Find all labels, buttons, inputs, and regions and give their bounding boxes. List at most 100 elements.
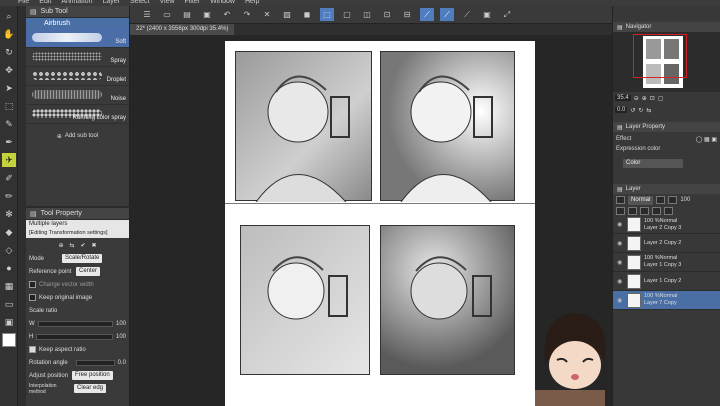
erase-icon[interactable]: ✕ (260, 8, 274, 21)
pen-tool-icon[interactable]: ✒ (2, 135, 16, 149)
fullscreen-icon[interactable]: ⤢ (500, 8, 514, 21)
zoom-in-icon[interactable]: ⊕ (642, 95, 647, 102)
fit-icon[interactable]: ⊡ (650, 95, 655, 102)
keep-original-checkbox[interactable] (29, 294, 36, 301)
deselect-icon[interactable]: ▢ (340, 8, 354, 21)
view-icon[interactable]: ▣ (480, 8, 494, 21)
clip-button[interactable] (668, 196, 678, 204)
open-icon[interactable]: ▤ (180, 8, 194, 21)
save-icon[interactable]: ▣ (200, 8, 214, 21)
snap-special-icon[interactable]: ⟋ (460, 8, 474, 21)
multiple-layers-tab[interactable]: Multiple layers (26, 220, 129, 229)
visibility-eye-icon[interactable]: ◉ (617, 221, 624, 228)
gradient-tool-icon[interactable]: ▦ (2, 279, 16, 293)
blend-mode-select[interactable]: Normal (628, 195, 654, 205)
transform-selection-icon[interactable]: ⬚ (320, 8, 334, 21)
navigator-preview[interactable] (613, 32, 720, 92)
actual-size-icon[interactable]: ▢ (658, 95, 664, 102)
scale-w-slider[interactable] (37, 320, 113, 327)
brush-soft[interactable]: Soft (26, 29, 129, 48)
eraser-tool-icon[interactable]: ◇ (2, 243, 16, 257)
invert-icon[interactable]: ◫ (360, 8, 374, 21)
ref-select[interactable]: Center (76, 267, 101, 276)
brush-spray[interactable]: Spray (26, 48, 129, 67)
add-subtool-button[interactable]: ⊕ Add sub tool (26, 124, 129, 148)
rotation-slider[interactable] (76, 359, 115, 366)
redo-icon[interactable]: ↷ (240, 8, 254, 21)
pencil-tool-icon[interactable]: ✏ (2, 189, 16, 203)
border-icon[interactable]: ⊟ (400, 8, 414, 21)
visibility-eye-icon[interactable]: ◉ (617, 240, 624, 247)
snap-ruler-icon[interactable]: ⟋ (420, 8, 434, 21)
eyedropper-tool-icon[interactable]: ✎ (2, 117, 16, 131)
h-value[interactable]: 100 (116, 334, 126, 340)
blend-tool-icon[interactable]: ● (2, 261, 16, 275)
rotate-tool-icon[interactable]: ↻ (2, 45, 16, 59)
hand-tool-icon[interactable]: ✋ (2, 27, 16, 41)
brush-noise[interactable]: Noise (26, 86, 129, 105)
mode-select[interactable]: Scale/Rotate (62, 254, 103, 263)
navigator-view-frame[interactable] (633, 34, 687, 78)
merge-icon[interactable] (652, 207, 661, 215)
flip-horizontal-icon[interactable]: ⇆ (646, 107, 651, 114)
brush-tool-icon[interactable]: ✐ (2, 171, 16, 185)
new-folder-icon[interactable] (628, 207, 637, 215)
w-value[interactable]: 100 (116, 321, 126, 327)
delete-layer-icon[interactable] (664, 207, 673, 215)
panel-1-drawing (255, 75, 350, 203)
clear-icon[interactable]: ▧ (280, 8, 294, 21)
move-tool-icon[interactable]: ✥ (2, 63, 16, 77)
visibility-eye-icon[interactable]: ◉ (617, 297, 624, 304)
select-tool-icon[interactable]: ⬚ (2, 99, 16, 113)
zoom-out-icon[interactable]: ⊖ (634, 95, 639, 102)
adjust-select[interactable]: Free position (72, 371, 113, 380)
layer-row[interactable]: ◉ 100 %Normal Layer 2 Copy 3 (613, 216, 720, 234)
keep-aspect-checkbox[interactable] (29, 346, 36, 353)
rotate-left-icon[interactable]: ↺ (630, 107, 635, 114)
fill-icon[interactable]: ◼ (300, 8, 314, 21)
confirm-icon[interactable]: ✔ (81, 242, 86, 249)
interp-select[interactable]: Clear edg (74, 384, 107, 393)
visibility-eye-icon[interactable]: ◉ (617, 259, 624, 266)
layer-options-button[interactable] (616, 196, 625, 204)
frame-tool-icon[interactable]: ▣ (2, 315, 16, 329)
cancel-icon[interactable]: ✖ (92, 242, 97, 249)
menu-icon[interactable]: ☰ (140, 8, 154, 21)
canvas-area[interactable] (130, 35, 612, 406)
layer-row[interactable]: ◉ Layer 2 Copy 2 (613, 234, 720, 253)
opacity-value[interactable]: 100 (680, 197, 690, 203)
undo-icon[interactable]: ↶ (220, 8, 234, 21)
figure-tool-icon[interactable]: ▭ (2, 297, 16, 311)
subtool-group-tab[interactable]: Airbrush (26, 18, 129, 29)
flip-icon[interactable]: ⇆ (69, 242, 74, 249)
scale-h-slider[interactable] (36, 333, 113, 340)
zoom-tool-icon[interactable]: ⌕ (2, 9, 16, 23)
airbrush-tool-icon[interactable]: ✈ (2, 153, 16, 167)
new-file-icon[interactable]: ▭ (160, 8, 174, 21)
transform-icon[interactable]: ⊕ (58, 242, 63, 249)
fill-tool-icon[interactable]: ◆ (2, 225, 16, 239)
color-swatch-icon[interactable] (2, 333, 16, 347)
layer-row-selected[interactable]: ◉ 100 %Normal Layer 7 Copy (613, 291, 720, 310)
rotate-right-icon[interactable]: ↻ (638, 107, 643, 114)
rotation-value[interactable]: 0.0 (615, 107, 628, 113)
brush-running-color-spray[interactable]: Running color spray (26, 105, 129, 124)
layer-row[interactable]: ◉ Layer 1 Copy 2 (613, 272, 720, 291)
layer-row[interactable]: ◉ 100 %Normal Layer 1 Copy 3 (613, 253, 720, 272)
document-tab[interactable]: 22* (2400 x 3556px 300dpi 35.4%) (130, 24, 235, 35)
mask-icon[interactable] (640, 207, 649, 215)
lock-button[interactable] (656, 196, 666, 204)
decoration-tool-icon[interactable]: ✻ (2, 207, 16, 221)
expression-color-label: Expression color (616, 146, 661, 152)
visibility-eye-icon[interactable]: ◉ (617, 278, 624, 285)
expression-color-select[interactable]: Color (623, 158, 683, 168)
new-layer-icon[interactable] (616, 207, 625, 215)
operation-tool-icon[interactable]: ➤ (2, 81, 16, 95)
brush-droplet[interactable]: Droplet (26, 67, 129, 86)
rot-value[interactable]: 0.0 (118, 360, 126, 366)
selection-icon[interactable]: ⊡ (380, 8, 394, 21)
zoom-value[interactable]: 35.4 (615, 95, 631, 101)
effect-icons[interactable]: ◯ ▦ ▣ (696, 136, 717, 143)
snap-grid-icon[interactable]: ⟋ (440, 8, 454, 21)
vector-width-checkbox[interactable] (29, 281, 36, 288)
